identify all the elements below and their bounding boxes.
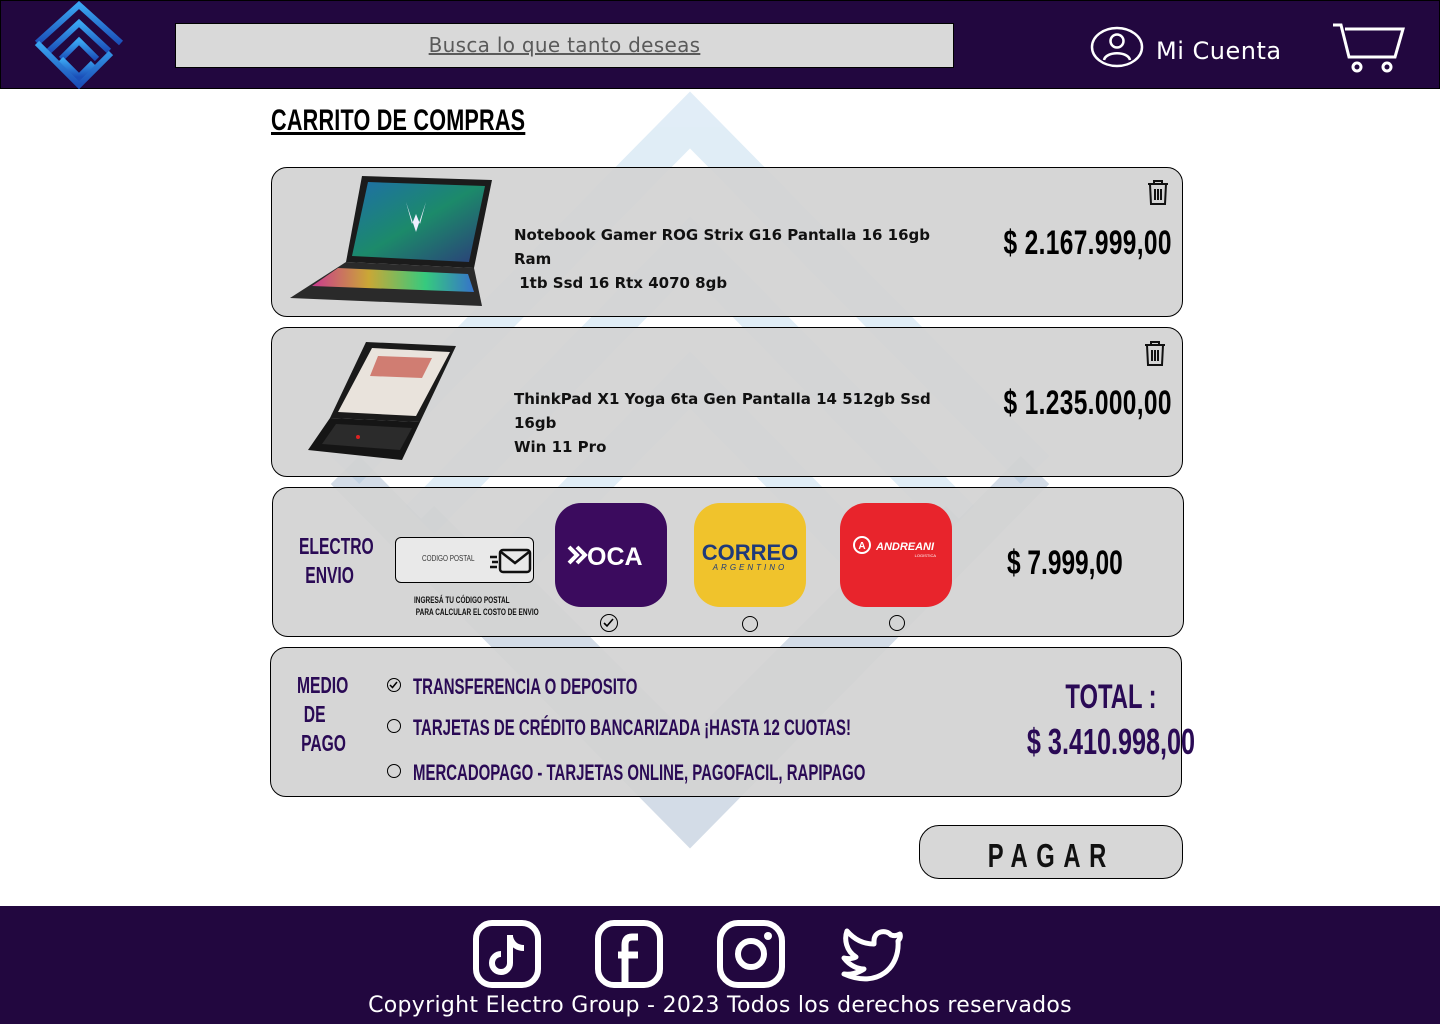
payment-option-mercadopago[interactable]: MERCADOPAGO - TARJETAS ONLINE, PAGOFACIL… — [387, 760, 865, 788]
top-bar: Busca lo que tanto deseas Mi Cuenta — [0, 0, 1440, 89]
total-value: $ 3.410.998,00 — [1026, 721, 1196, 762]
total-label: TOTAL : — [1065, 678, 1157, 716]
product-image-thinkpad[interactable] — [282, 332, 497, 472]
envelope-icon — [490, 548, 532, 574]
carrier-name: ANDREANI — [875, 541, 935, 553]
product-name[interactable]: ThinkPad X1 Yoga 6ta Gen Pantalla 14 512… — [514, 387, 954, 459]
product-image-laptop-gamer[interactable] — [282, 172, 497, 312]
carrier-subname: LOGISTICA — [915, 553, 937, 558]
product-price: $ 2.167.999,00 — [1003, 224, 1172, 262]
account-link[interactable]: Mi Cuenta — [1156, 37, 1282, 65]
page-title: CARRITO DE COMPRAS — [271, 104, 526, 137]
carrier-andreani-logo[interactable]: A ANDREANI LOGISTICA — [840, 503, 952, 607]
copyright-text: Copyright Electro Group - 2023 Todos los… — [368, 993, 1072, 1018]
payment-option-transfer[interactable]: TRANSFERENCIA O DEPOSITO — [387, 674, 637, 702]
payment-radio[interactable] — [387, 719, 401, 733]
tiktok-icon[interactable] — [472, 919, 542, 989]
payment-option-label: MERCADOPAGO - TARJETAS ONLINE, PAGOFACIL… — [413, 760, 866, 785]
facebook-icon[interactable] — [594, 919, 664, 989]
shipping-section: ELECTRO ENVIO CODIGO POSTAL INGRESÁ TU C… — [272, 487, 1184, 637]
postal-code-placeholder: CODIGO POSTAL — [422, 554, 475, 563]
payment-section: MEDIO DE PAGO TRANSFERENCIA O DEPOSITO T… — [270, 647, 1195, 797]
carrier-oca-radio[interactable] — [600, 614, 618, 632]
carrier-name: OCA — [587, 543, 643, 571]
footer: Copyright Electro Group - 2023 Todos los… — [0, 906, 1440, 1024]
twitter-icon[interactable] — [838, 919, 908, 989]
cart-item: ThinkPad X1 Yoga 6ta Gen Pantalla 14 512… — [271, 327, 1183, 477]
trash-icon[interactable] — [1142, 339, 1168, 367]
cart-item: Notebook Gamer ROG Strix G16 Pantalla 16… — [271, 167, 1183, 317]
payment-option-label: TARJETAS DE CRÉDITO BANCARIZADA ¡HASTA 1… — [413, 715, 852, 740]
svg-text:A: A — [858, 541, 865, 552]
payment-radio[interactable] — [387, 764, 401, 778]
carrier-correo-radio[interactable] — [742, 616, 758, 632]
payment-option-credit-card[interactable]: TARJETAS DE CRÉDITO BANCARIZADA ¡HASTA 1… — [387, 715, 851, 743]
shipping-price: $ 7.999,00 — [1007, 544, 1123, 582]
carrier-oca-logo[interactable]: OCA — [555, 503, 667, 607]
product-price: $ 1.235.000,00 — [1003, 384, 1172, 422]
carrier-name: CORREO — [702, 540, 799, 565]
postal-code-input[interactable]: CODIGO POSTAL — [395, 537, 534, 583]
payment-option-label: TRANSFERENCIA O DEPOSITO — [413, 674, 638, 699]
brand-logo[interactable] — [31, 1, 127, 89]
instagram-icon[interactable] — [716, 919, 786, 989]
shopping-cart-icon[interactable] — [1331, 19, 1407, 75]
trash-icon[interactable] — [1145, 178, 1171, 206]
user-account-icon[interactable] — [1090, 26, 1144, 68]
pay-button[interactable]: PAGAR — [919, 825, 1183, 879]
pay-button-label: PAGAR — [987, 837, 1115, 874]
carrier-correo-logo[interactable]: CORREO ARGENTINO — [694, 503, 806, 607]
product-name[interactable]: Notebook Gamer ROG Strix G16 Pantalla 16… — [514, 223, 954, 295]
shipping-label: ELECTRO ENVIO — [299, 533, 374, 588]
postal-code-hint: INGRESÁ TU CÓDIGO POSTAL PARA CALCULAR E… — [414, 595, 539, 617]
payment-label: MEDIO DE PAGO — [297, 672, 349, 756]
carrier-subname: ARGENTINO — [712, 563, 788, 572]
carrier-andreani-radio[interactable] — [889, 615, 905, 631]
search-placeholder: Busca lo que tanto deseas — [428, 33, 701, 57]
search-input[interactable]: Busca lo que tanto deseas — [175, 23, 954, 68]
payment-radio-selected[interactable] — [387, 678, 401, 692]
